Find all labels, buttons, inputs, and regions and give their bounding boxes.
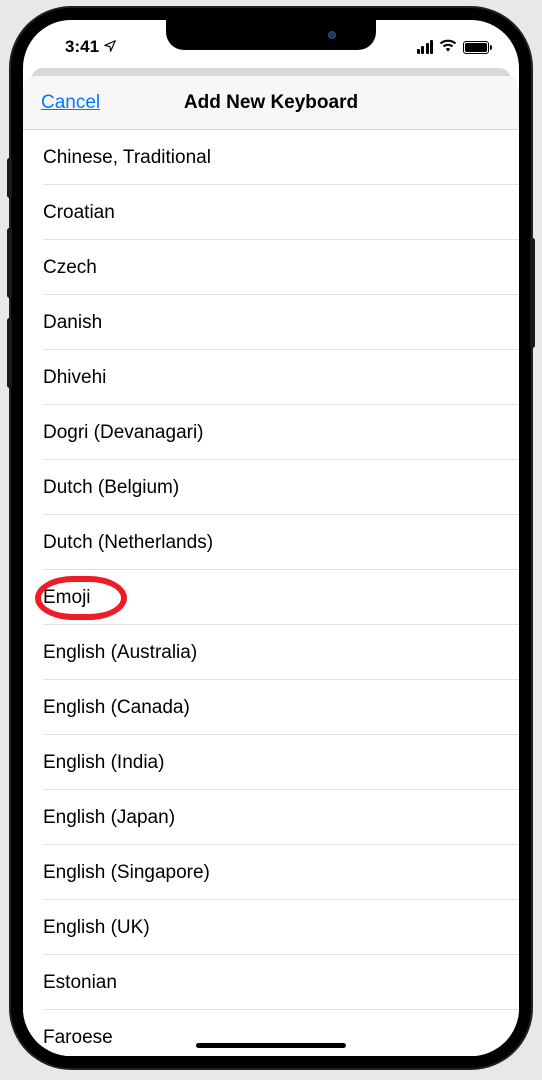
- list-item[interactable]: English (Singapore): [23, 845, 519, 900]
- nav-bar: Cancel Add New Keyboard: [23, 76, 519, 130]
- list-item-label: Dogri (Devanagari): [43, 422, 204, 444]
- list-item[interactable]: Emoji: [23, 570, 519, 625]
- keyboard-list[interactable]: Chinese, Traditional Croatian Czech Danish D…: [23, 130, 519, 1056]
- list-item[interactable]: Estonian: [23, 955, 519, 1010]
- status-right: [417, 38, 496, 57]
- list-item[interactable]: Dutch (Netherlands): [23, 515, 519, 570]
- screen: 3:41 Cancel Add New Keyb: [23, 20, 519, 1056]
- volume-up-button: [7, 228, 12, 298]
- list-item[interactable]: Chinese, Traditional: [23, 130, 519, 185]
- cellular-icon: [417, 40, 434, 54]
- list-item[interactable]: Dogri (Devanagari): [23, 405, 519, 460]
- camera-dot: [328, 31, 336, 39]
- list-item-label: Dutch (Netherlands): [43, 532, 213, 554]
- list-item-label: Dhivehi: [43, 367, 106, 389]
- list-item[interactable]: Czech: [23, 240, 519, 295]
- list-item[interactable]: English (Japan): [23, 790, 519, 845]
- list-item[interactable]: Dutch (Belgium): [23, 460, 519, 515]
- list-item-label: English (UK): [43, 917, 150, 939]
- mute-switch: [7, 158, 12, 198]
- list-item-label: Emoji: [43, 587, 91, 609]
- list-item[interactable]: English (Canada): [23, 680, 519, 735]
- phone-frame: 3:41 Cancel Add New Keyb: [11, 8, 531, 1068]
- list-item[interactable]: Faroese: [23, 1010, 519, 1056]
- list-item-label: Estonian: [43, 972, 117, 994]
- list-item[interactable]: English (Australia): [23, 625, 519, 680]
- status-time: 3:41: [65, 37, 99, 57]
- location-icon: [103, 39, 117, 56]
- list-item-label: Danish: [43, 312, 102, 334]
- list-item-label: Chinese, Traditional: [43, 147, 211, 169]
- volume-down-button: [7, 318, 12, 388]
- battery-icon: [463, 41, 489, 54]
- list-item-label: Croatian: [43, 202, 115, 224]
- power-button: [530, 238, 535, 348]
- list-item[interactable]: Danish: [23, 295, 519, 350]
- list-item[interactable]: English (UK): [23, 900, 519, 955]
- list-item-label: Dutch (Belgium): [43, 477, 179, 499]
- list-item-label: Czech: [43, 257, 97, 279]
- cancel-button[interactable]: Cancel: [41, 92, 100, 114]
- modal-sheet: Cancel Add New Keyboard Chinese, Traditi…: [23, 76, 519, 1056]
- list-item-label: English (Canada): [43, 697, 190, 719]
- status-left: 3:41: [47, 37, 117, 57]
- list-item[interactable]: Dhivehi: [23, 350, 519, 405]
- home-indicator[interactable]: [196, 1043, 346, 1048]
- list-item-label: English (Japan): [43, 807, 175, 829]
- list-item-label: English (Singapore): [43, 862, 210, 884]
- list-item-label: Faroese: [43, 1027, 113, 1049]
- list-item[interactable]: Croatian: [23, 185, 519, 240]
- list-item-label: English (Australia): [43, 642, 197, 664]
- notch: [166, 20, 376, 50]
- list-item[interactable]: English (India): [23, 735, 519, 790]
- wifi-icon: [439, 38, 457, 57]
- list-item-label: English (India): [43, 752, 164, 774]
